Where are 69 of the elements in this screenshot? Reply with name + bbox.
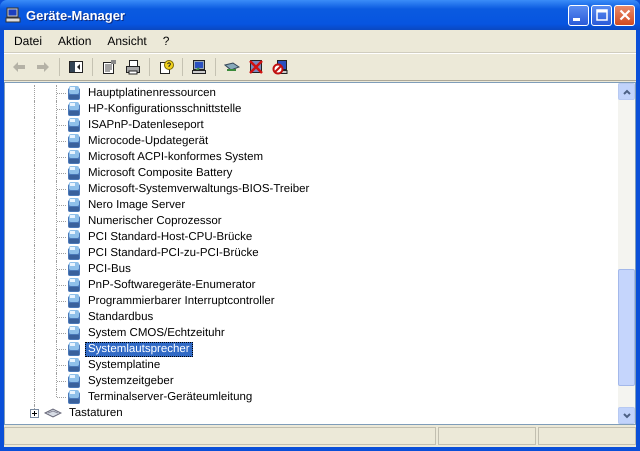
cross-icon [248,59,264,75]
device-icon [67,261,81,277]
tree-item[interactable]: Tastaturen [66,406,126,420]
device-icon [67,373,81,389]
device-icon [67,181,81,197]
monitor-icon [191,59,207,75]
device-icon [67,293,81,309]
device-icon [67,229,81,245]
device-icon [67,197,81,213]
tree-item[interactable]: System CMOS/Echtzeituhr [85,326,228,340]
device-icon [67,85,81,101]
scroll-thumb[interactable] [618,269,635,386]
tree-item[interactable]: Systemlautsprecher [85,342,193,356]
tree-item[interactable]: PnP-Softwaregeräte-Enumerator [85,278,258,292]
device-icon [67,245,81,261]
tree-item[interactable]: Microsoft-Systemverwaltungs-BIOS-Treiber [85,182,312,196]
tree-item[interactable]: Microcode-Updategerät [85,134,212,148]
device-icon [67,149,81,165]
panel-icon [68,59,84,75]
tree-item[interactable]: Systemplatine [85,358,164,372]
tree-item[interactable]: HP-Konfigurationsschnittstelle [85,102,244,116]
tree-item[interactable]: Microsoft ACPI-konformes System [85,150,266,164]
device-icon [67,277,81,293]
device-icon [67,213,81,229]
computer-icon [5,7,21,23]
device-icon [67,101,81,117]
close-icon [618,9,630,21]
maximize-button[interactable] [591,4,612,26]
device-icon [67,165,81,181]
tree-item[interactable]: Nero Image Server [85,198,188,212]
menu-item[interactable]: Aktion [50,34,100,48]
scroll-up-button[interactable] [618,83,635,100]
tree-item[interactable]: Numerischer Coprozessor [85,214,225,228]
document-icon [101,59,117,75]
device-icon [67,117,81,133]
tree-item[interactable]: Terminalserver-Geräteumleitung [85,390,256,404]
tree-item[interactable]: PCI-Bus [85,262,134,276]
scroll-down-button[interactable] [618,407,635,424]
device-icon [67,325,81,341]
help-icon [158,59,174,75]
tree-item[interactable]: ISAPnP-Datenleseport [85,118,207,132]
tree-item[interactable]: Systemzeitgeber [85,374,177,388]
printer-icon [125,59,141,75]
scrollbar[interactable] [618,83,635,424]
chevron-up-icon [622,88,630,94]
menu-item[interactable]: Ansicht [99,34,155,48]
minimize-icon [573,18,580,20]
device-icon [67,341,81,357]
forward-arrow-icon [35,59,51,75]
device-icon [67,389,81,405]
chevron-down-icon [622,412,630,418]
close-button[interactable] [614,4,635,26]
tree-item[interactable]: Microsoft Composite Battery [85,166,236,180]
minimize-button[interactable] [568,4,589,26]
tree-item[interactable]: Hauptplatinenressourcen [85,86,219,100]
device-icon [67,357,81,373]
expand-icon[interactable] [30,409,39,418]
window-title: Geräte-Manager [26,8,125,22]
tree-item[interactable]: Standardbus [85,310,156,324]
keyboard-icon [44,407,62,419]
tree-item[interactable]: PCI Standard-PCI-zu-PCI-Brücke [85,246,262,260]
forbidden-icon [272,59,288,75]
device-icon [67,309,81,325]
maximize-icon [596,9,608,21]
tree-item[interactable]: Programmierbarer Interruptcontroller [85,294,278,308]
tree-item[interactable]: PCI Standard-Host-CPU-Brücke [85,230,256,244]
menu-item[interactable]: ? [154,34,178,48]
device-icon [67,133,81,149]
menu-item[interactable]: Datei [6,34,50,48]
